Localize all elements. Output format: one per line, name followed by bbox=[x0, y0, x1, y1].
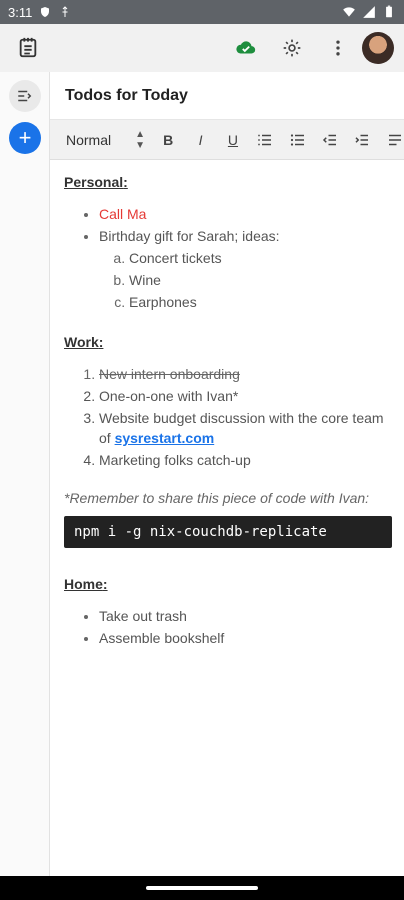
list-item[interactable]: Earphones bbox=[129, 292, 392, 312]
section-heading-home: Home: bbox=[64, 576, 108, 592]
status-time: 3:11 bbox=[8, 4, 33, 20]
italic-button[interactable]: I bbox=[191, 130, 209, 150]
ordered-list-icon[interactable] bbox=[256, 130, 274, 150]
section-heading-personal: Personal: bbox=[64, 174, 128, 190]
personal-list: Call Ma Birthday gift for Sarah; ideas: … bbox=[99, 204, 392, 312]
list-item[interactable]: One-on-one with Ivan* bbox=[99, 386, 392, 406]
list-item[interactable]: Wine bbox=[129, 270, 392, 290]
battery-icon bbox=[382, 5, 396, 19]
list-item[interactable]: Take out trash bbox=[99, 606, 392, 626]
notebook-icon[interactable] bbox=[10, 30, 46, 66]
list-item[interactable]: Website budget discussion with the core … bbox=[99, 408, 392, 448]
avatar[interactable] bbox=[362, 32, 394, 64]
status-bar: 3:11 bbox=[0, 0, 404, 24]
usb-icon bbox=[58, 5, 72, 19]
gear-icon[interactable] bbox=[274, 30, 310, 66]
code-block[interactable]: npm i -g nix-couchdb-replicate bbox=[64, 516, 392, 548]
home-list: Take out trash Assemble bookshelf bbox=[99, 606, 392, 648]
shield-icon bbox=[38, 5, 52, 19]
list-item[interactable]: Concert tickets bbox=[129, 248, 392, 268]
wifi-icon bbox=[342, 5, 356, 19]
home-handle[interactable] bbox=[146, 886, 258, 890]
list-item[interactable]: Birthday gift for Sarah; ideas: Concert … bbox=[99, 226, 392, 312]
section-heading-work: Work: bbox=[64, 334, 104, 350]
format-toolbar: Normal ▲ ▼ B I U bbox=[50, 120, 404, 160]
title-bar: Todos for Today bbox=[50, 72, 404, 120]
underline-button[interactable]: U bbox=[224, 130, 242, 150]
indent-icon[interactable] bbox=[353, 130, 371, 150]
work-list: New intern onboarding One-on-one with Iv… bbox=[99, 364, 392, 470]
bullet-list-icon[interactable] bbox=[289, 130, 307, 150]
format-select[interactable]: Normal ▲ ▼ bbox=[66, 129, 145, 151]
link-sysrestart[interactable]: sysrestart.com bbox=[115, 430, 215, 446]
align-icon[interactable] bbox=[386, 130, 404, 150]
signal-icon bbox=[362, 5, 376, 19]
reminder-note: *Remember to share this piece of code wi… bbox=[64, 490, 370, 506]
app-bar bbox=[0, 24, 404, 72]
more-vert-icon[interactable] bbox=[320, 30, 356, 66]
sidebar: + bbox=[0, 72, 50, 877]
add-icon: + bbox=[18, 125, 32, 150]
outdent-icon[interactable] bbox=[321, 130, 339, 150]
add-button[interactable]: + bbox=[9, 122, 41, 154]
gesture-nav-bar bbox=[0, 876, 404, 900]
note-title[interactable]: Todos for Today bbox=[65, 87, 188, 105]
list-item[interactable]: Assemble bookshelf bbox=[99, 628, 392, 648]
gift-ideas-list: Concert tickets Wine Earphones bbox=[129, 248, 392, 312]
bold-button[interactable]: B bbox=[159, 130, 177, 150]
editor-content[interactable]: Personal: Call Ma Birthday gift for Sara… bbox=[50, 160, 404, 877]
format-select-value: Normal bbox=[66, 131, 112, 148]
select-arrows-icon: ▲ ▼ bbox=[135, 128, 146, 151]
list-item[interactable]: Call Ma bbox=[99, 204, 392, 224]
cloud-check-icon[interactable] bbox=[228, 30, 264, 66]
list-item[interactable]: Marketing folks catch-up bbox=[99, 450, 392, 470]
list-item[interactable]: New intern onboarding bbox=[99, 364, 392, 384]
collapse-menu-icon[interactable] bbox=[9, 80, 41, 112]
